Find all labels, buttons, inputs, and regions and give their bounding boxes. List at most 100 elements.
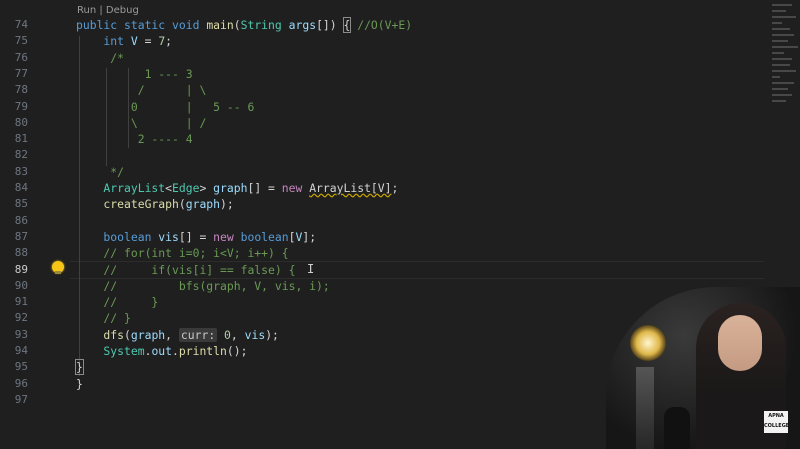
line-number: 86 [14,213,28,227]
code-line[interactable]: 89 // if(vis[i] == false) { [0,262,800,278]
code-token: main [206,18,234,32]
code-text[interactable]: } [76,376,83,392]
code-token: public static void [76,18,207,32]
code-token: 2 ---- 4 [76,132,193,147]
minimap-line [772,94,792,96]
code-token: // if(vis[i] == false) { [76,262,296,277]
line-number: 93 [14,327,28,341]
code-text[interactable]: 2 ---- 4 [76,131,193,147]
minimap-line [772,64,790,66]
code-text[interactable]: // } [76,310,131,326]
minimap-line [772,10,786,12]
line-number: 91 [14,295,28,309]
minimap-line [772,4,792,6]
code-line[interactable]: 82 [0,147,800,163]
code-token: ; [165,34,173,49]
code-text[interactable]: boolean vis[] = new boolean[V]; [76,229,316,245]
code-line[interactable]: 88 // for(int i=0; i<V; i++) { [0,245,800,261]
code-token: ( [124,327,131,342]
code-line[interactable]: 79 0 | 5 -- 6 [0,99,800,115]
code-line[interactable]: 84 ArrayList<Edge> graph[] = new ArrayLi… [0,180,800,196]
code-text[interactable]: System.out.println(); [76,343,247,359]
code-token: // } [76,295,159,310]
code-line[interactable]: 81 2 ---- 4 [0,131,800,147]
line-number: 76 [14,50,28,64]
code-token: , [230,327,245,342]
code-token: ArrayList[V] [309,181,392,195]
code-token: ); [220,197,234,212]
line-number: 89 [14,262,28,276]
code-token: // } [76,311,131,326]
code-token: dfs [76,327,125,342]
line-number: 85 [14,197,28,211]
code-token: vis [158,229,179,244]
presenter-face [718,315,762,371]
code-line[interactable]: 78 / | \ [0,82,800,98]
code-text[interactable]: createGraph(graph); [76,196,234,212]
code-text[interactable]: } [75,359,84,376]
code-text[interactable]: // for(int i=0; i<V; i++) { [76,245,289,261]
code-token: < [165,181,173,195]
minimap-line [772,16,796,18]
code-token: graph [185,197,221,212]
minimap[interactable] [766,0,800,120]
code-token: println [178,344,227,358]
code-text[interactable]: ArrayList<Edge> graph[] = new ArrayList[… [76,180,398,196]
lightbulb-icon[interactable] [52,261,64,274]
code-token: []) [316,18,344,32]
line-number: 77 [14,66,28,80]
line-number: 84 [14,181,28,194]
minimap-line [772,34,794,36]
code-line[interactable]: 86 [0,213,800,229]
code-line[interactable]: 74 public static void main(String args[])… [0,17,800,33]
code-token: ; [391,181,399,195]
minimap-line [772,52,784,54]
code-token: /* [76,50,125,65]
minimap-line [772,100,786,102]
codelens-run-debug[interactable]: Run | Debug [77,5,139,16]
code-token: [] = [178,229,214,244]
code-token: // for(int i=0; i<V; i++) { [76,246,289,261]
code-line[interactable]: 83 */ [0,164,800,180]
code-token: int [76,34,131,49]
code-line[interactable]: 75 int V = 7; [0,33,800,49]
text-cursor-icon: I [307,262,315,276]
code-token: } [76,376,83,391]
code-token: / | \ [76,83,207,98]
code-line[interactable]: 85 createGraph(graph); [0,196,800,212]
code-text[interactable]: 1 --- 3 [76,66,193,82]
code-text[interactable]: /* [76,50,124,66]
line-number: 96 [14,376,28,390]
code-text[interactable]: public static void main(String args[]) {… [76,17,412,33]
code-token: , [165,327,179,342]
minimap-line [772,22,782,24]
code-text[interactable]: \ | / [76,115,206,131]
code-token: [] = [247,181,282,195]
code-line[interactable]: 77 1 --- 3 [0,66,800,82]
code-token: ); [265,327,279,342]
code-text[interactable]: / | \ [76,82,207,98]
code-line[interactable]: 76 /* [0,50,800,66]
code-text[interactable]: // bfs(graph, V, vis, i); [76,278,329,294]
code-token: //O(V+E) [350,18,413,32]
code-text[interactable]: int V = 7; [76,33,172,49]
code-token: boolean [240,229,289,244]
code-token: createGraph [76,197,179,212]
apna-college-logo: APNA COLLEGE [764,411,789,433]
line-number: 90 [14,278,28,292]
code-line[interactable]: 90 // bfs(graph, V, vis, i); [0,278,800,294]
code-text[interactable]: dfs(graph, curr: 0, vis); [76,327,279,343]
minimap-line [772,88,788,90]
code-token: (); [226,344,248,358]
code-text[interactable]: */ [76,164,124,180]
code-token: = [137,34,159,49]
code-token: out [151,344,173,358]
code-text[interactable]: // if(vis[i] == false) { [76,262,295,278]
code-text[interactable]: 0 | 5 -- 6 [76,99,254,115]
line-number: 82 [14,148,28,162]
code-token: args [288,18,317,32]
minimap-line [772,28,790,30]
code-line[interactable]: 80 \ | / [0,115,800,131]
code-text[interactable]: // } [76,294,158,310]
code-line[interactable]: 87 boolean vis[] = new boolean[V]; [0,229,800,245]
